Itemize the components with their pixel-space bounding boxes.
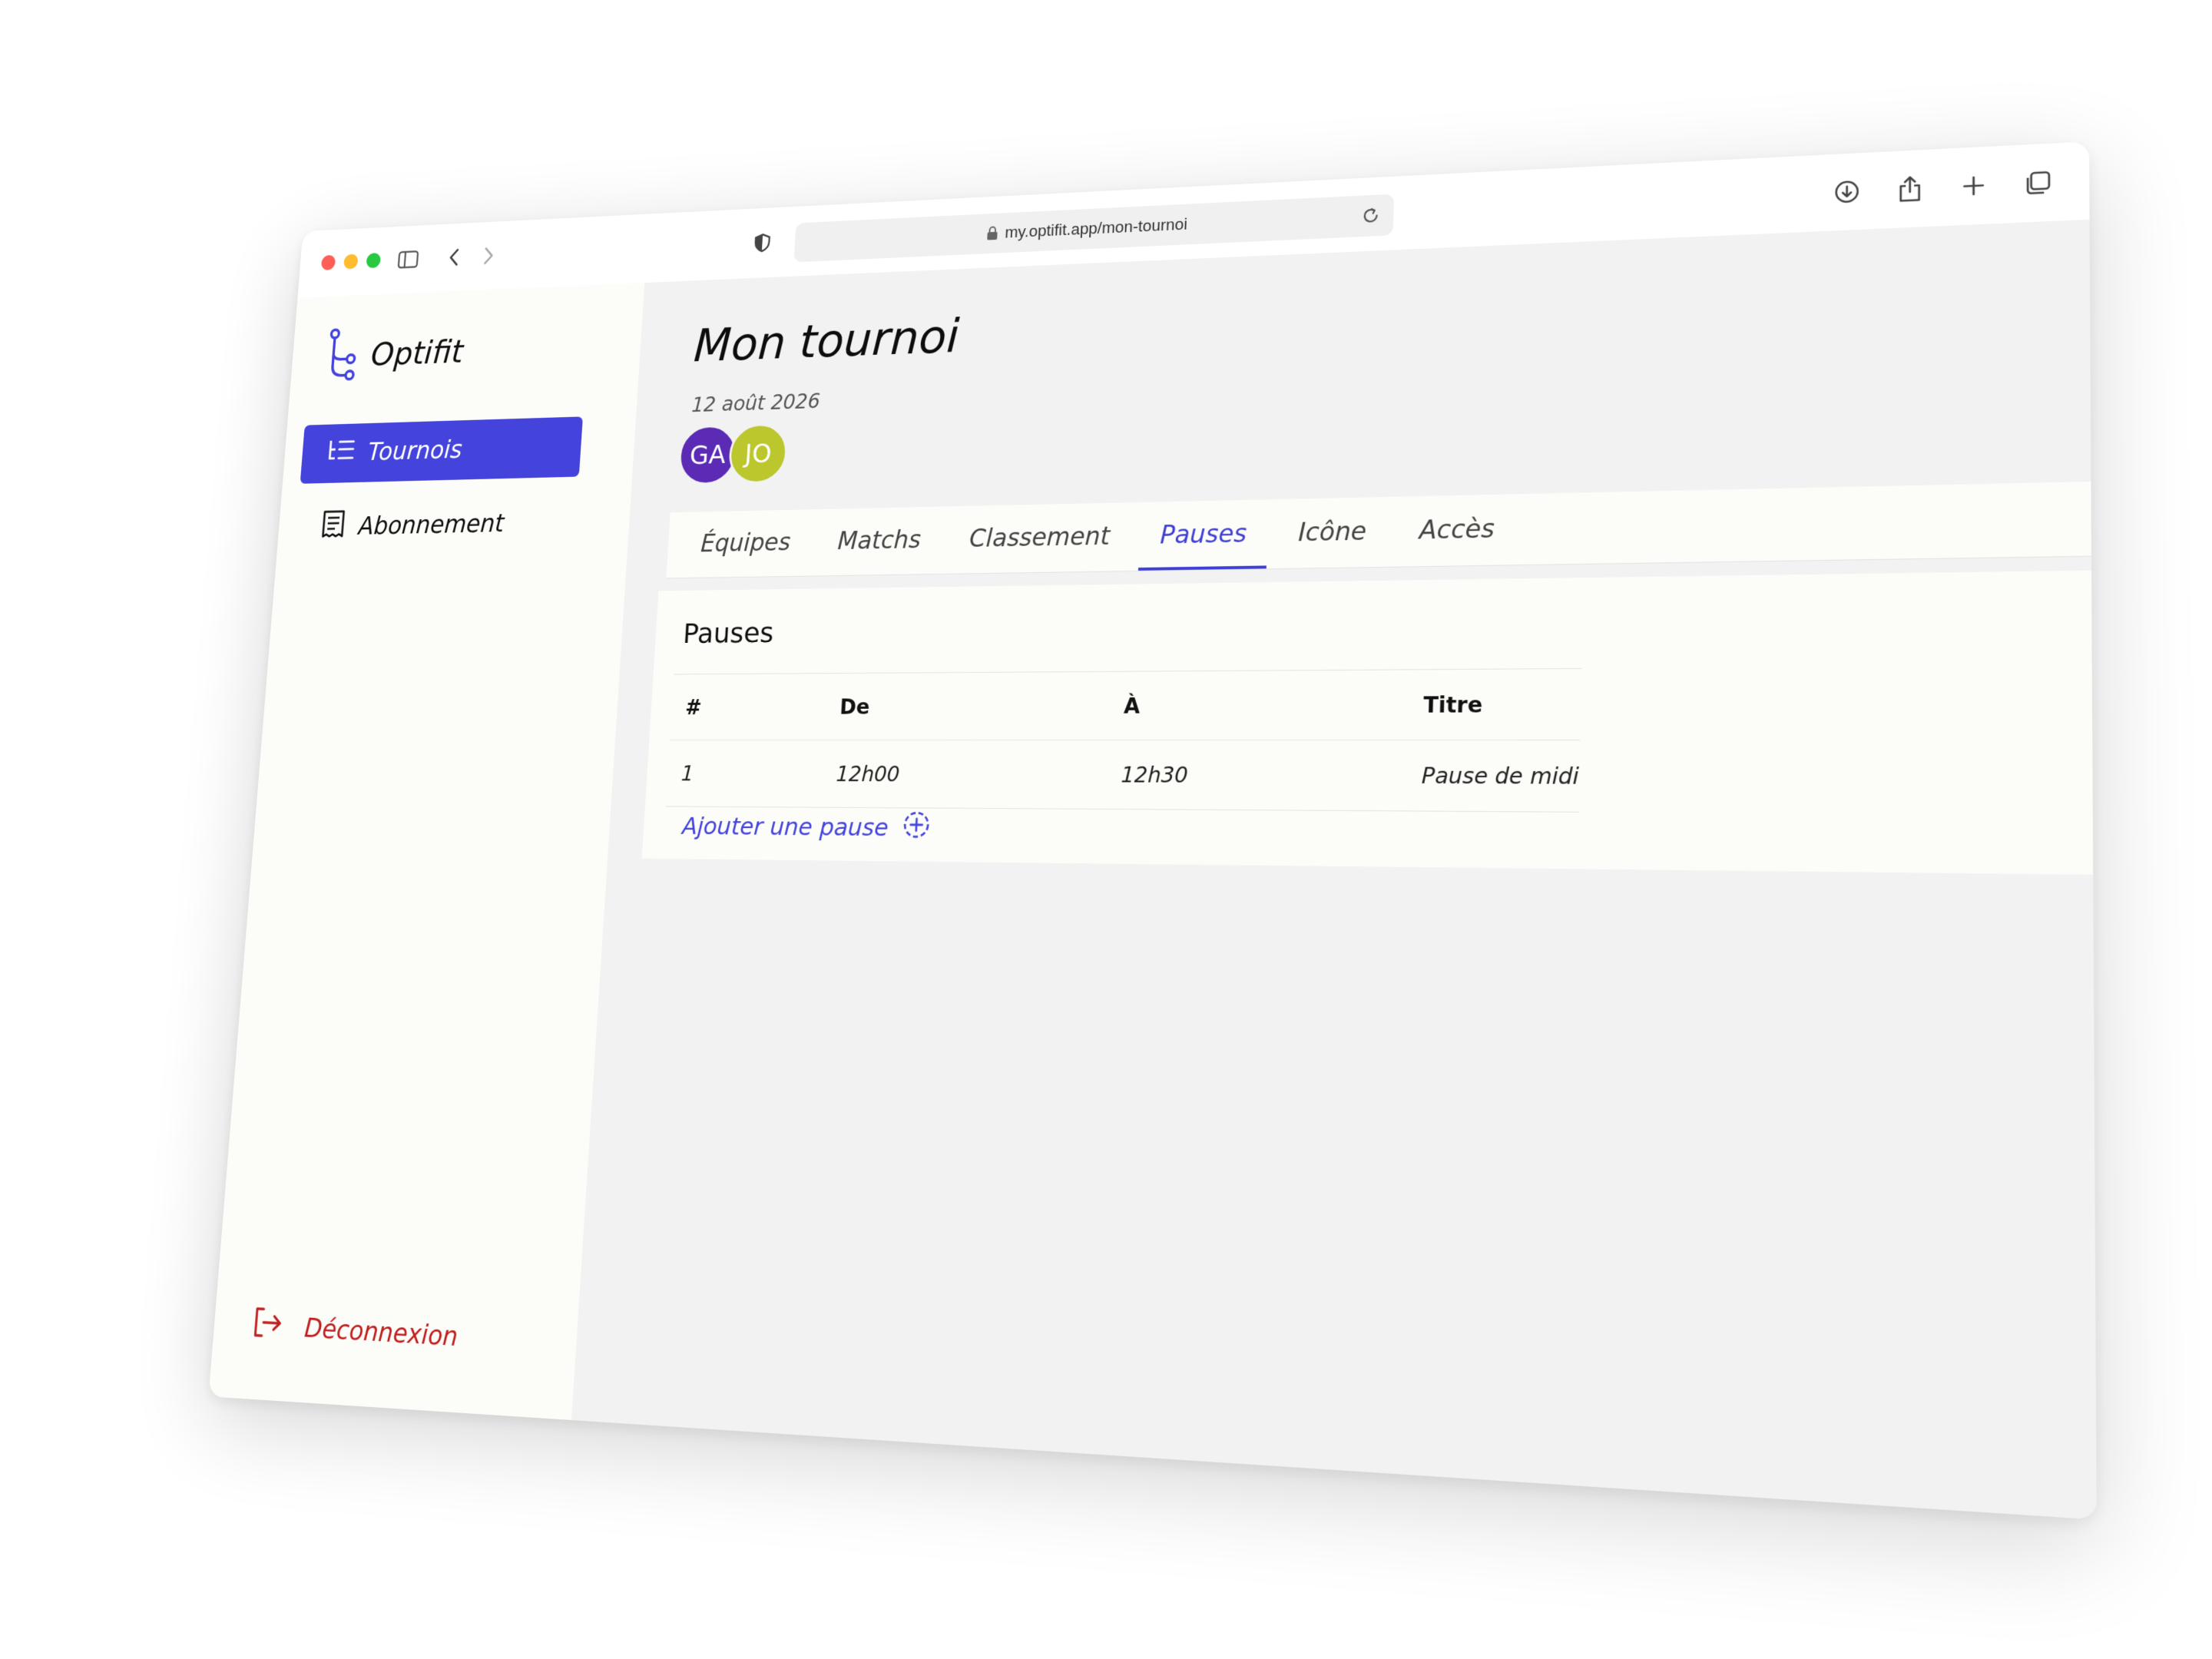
cell-title: Pause de midi <box>1419 740 1581 813</box>
privacy-shield-icon[interactable] <box>747 227 778 259</box>
forward-icon[interactable] <box>473 240 504 272</box>
table-row[interactable]: 1 12h00 12h30 Pause de midi <box>665 740 1581 813</box>
brand-name: Optifit <box>369 333 465 373</box>
cell-from: 12h00 <box>833 740 1122 810</box>
back-icon[interactable] <box>439 242 469 273</box>
browser-window: my.optifit.app/mon-tournoi Optifit Tourn… <box>208 141 2097 1520</box>
section-title: Pauses <box>682 616 775 650</box>
cell-to: 12h30 <box>1118 740 1422 812</box>
reload-icon[interactable] <box>1361 207 1379 225</box>
logout-button[interactable]: Déconnexion <box>252 1306 459 1356</box>
page-title: Mon tournoi <box>692 310 961 373</box>
sidebar-item-label: Abonnement <box>357 509 505 541</box>
close-window-button[interactable] <box>320 254 336 270</box>
tab-equipes[interactable]: Équipes <box>680 509 812 578</box>
avatar[interactable]: JO <box>727 422 789 485</box>
sidebar-item-tournois[interactable]: Tournois <box>300 416 583 484</box>
new-tab-icon[interactable] <box>1955 168 1992 204</box>
window-controls <box>320 253 382 270</box>
column-header-title: Titre <box>1422 668 1582 740</box>
tab-pauses[interactable]: Pauses <box>1137 499 1270 571</box>
minimize-window-button[interactable] <box>343 253 359 270</box>
column-header-from: De <box>837 671 1125 740</box>
tab-acces[interactable]: Accès <box>1396 494 1518 566</box>
lock-icon <box>986 226 998 240</box>
pauses-table: # De À Titre 1 12h00 12h30 Pause de midi <box>665 668 1582 813</box>
logout-label: Déconnexion <box>303 1313 459 1353</box>
tab-bar: Équipes Matchs Classement Pauses Icône A… <box>666 481 2091 579</box>
tab-matchs[interactable]: Matchs <box>816 507 942 576</box>
optifit-logo-icon <box>325 327 359 384</box>
sidebar: Optifit Tournois Abonnement Déconnexion <box>208 283 646 1421</box>
stage: my.optifit.app/mon-tournoi Optifit Tourn… <box>0 0 2212 1659</box>
sidebar-item-label: Tournois <box>366 435 463 467</box>
list-tree-icon <box>326 439 356 469</box>
brand[interactable]: Optifit <box>325 323 465 384</box>
table-header-row: # De À Titre <box>669 668 1582 740</box>
share-icon[interactable] <box>1892 171 1929 207</box>
cell-number: 1 <box>665 740 838 808</box>
tournament-date: 12 août 2026 <box>690 389 821 417</box>
plus-circle-icon <box>902 810 931 845</box>
url-text: my.optifit.app/mon-tournoi <box>1004 214 1188 242</box>
tab-classement[interactable]: Classement <box>948 502 1132 574</box>
maximize-window-button[interactable] <box>366 253 382 269</box>
avatar-group: GA JO <box>677 422 789 486</box>
downloads-icon[interactable] <box>1829 174 1866 210</box>
column-header-to: À <box>1121 669 1424 740</box>
add-pause-button[interactable]: Ajouter une pause <box>681 809 931 845</box>
tab-overview-icon[interactable] <box>2019 165 2057 201</box>
sidebar-item-abonnement[interactable]: Abonnement <box>294 492 578 558</box>
pauses-card: Pauses # De À Titre 1 12h00 12h30 Pause … <box>641 570 2094 875</box>
tab-icone[interactable]: Icône <box>1276 497 1389 568</box>
sidebar-toggle-icon[interactable] <box>393 244 423 275</box>
address-bar[interactable]: my.optifit.app/mon-tournoi <box>793 194 1395 263</box>
logout-icon <box>252 1306 283 1346</box>
column-header-number: # <box>669 673 841 740</box>
main-content: Mon tournoi 12 août 2026 GA JO Équipes M… <box>571 219 2097 1520</box>
add-pause-label: Ajouter une pause <box>681 812 889 842</box>
receipt-icon <box>320 510 346 545</box>
